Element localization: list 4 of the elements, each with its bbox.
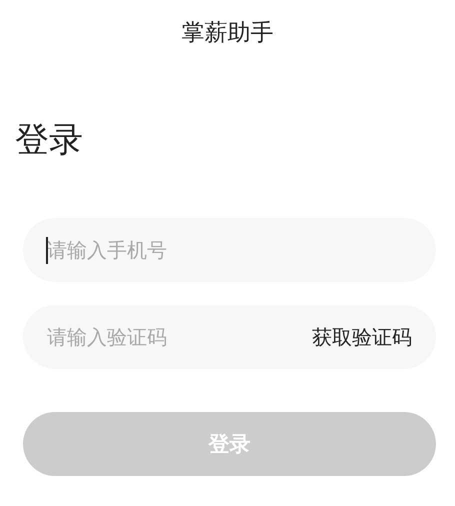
phone-input-field[interactable]: 请输入手机号 — [23, 218, 436, 282]
app-title: 掌薪助手 — [182, 18, 274, 48]
page-heading: 登录 — [15, 119, 83, 162]
get-code-link[interactable]: 获取验证码 — [312, 324, 412, 350]
